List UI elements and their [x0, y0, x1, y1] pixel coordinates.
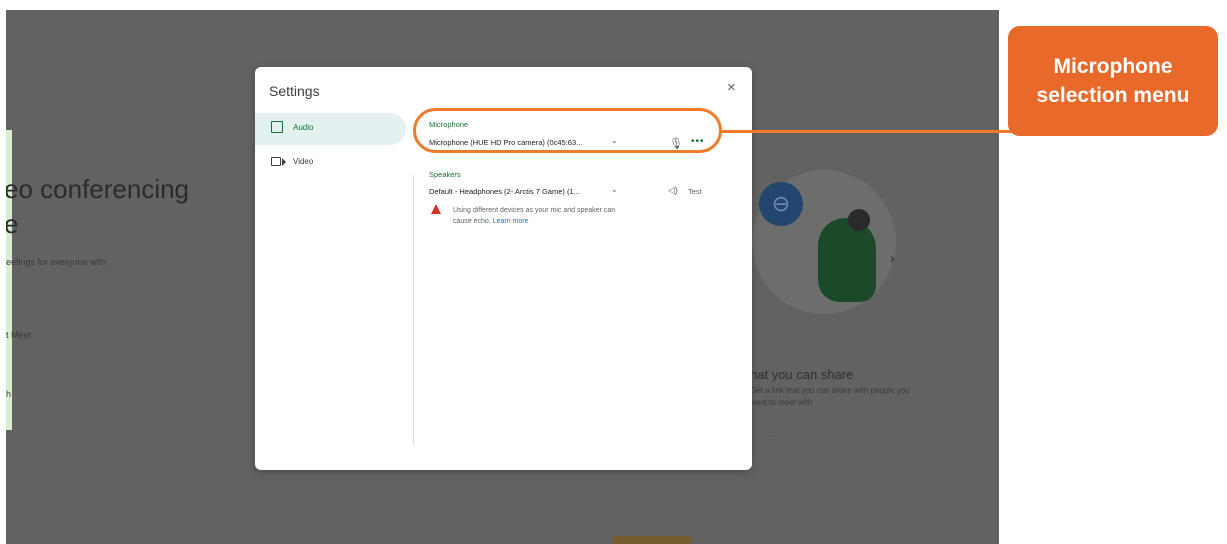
link-icon: ⊖ [759, 182, 803, 226]
nav-item-video-label: Video [293, 157, 314, 166]
speakers-select[interactable]: Default - Headphones (2- Arctis 7 Game) … [429, 187, 580, 196]
microphone-highlight-outline [413, 108, 722, 153]
person-head-illustration [848, 209, 870, 231]
background-text-1: eetings for everyone with [6, 257, 107, 267]
learn-more-link[interactable]: Learn more [493, 218, 529, 225]
callout-text-line2: selection menu [1036, 84, 1190, 107]
background-text-3: h [6, 389, 12, 399]
camera-icon [271, 157, 281, 166]
bottom-bar [612, 536, 692, 544]
speakers-chevron-icon[interactable]: ⌄ [611, 185, 618, 194]
carousel-next-icon: › [890, 250, 895, 266]
callout-box: Microphone selection menu [1008, 26, 1218, 136]
background-right-sub-1: Get a link that you can share with peopl… [750, 386, 910, 395]
close-icon[interactable]: × [727, 79, 736, 96]
nav-item-audio[interactable]: Audio [255, 113, 406, 145]
background-right-heading: hat you can share [750, 367, 854, 382]
background-right-sub-2: want to meet with [750, 398, 813, 407]
warning-message: Using different devices as your mic and … [453, 207, 616, 225]
background-heading-2: e [6, 209, 19, 239]
carousel-dot: . [770, 426, 773, 435]
settings-title: Settings [269, 83, 320, 99]
person-illustration [818, 218, 876, 302]
background-text-2: t Meet [6, 330, 32, 340]
callout-text-line1: Microphone [1053, 55, 1173, 78]
background-heading: eo conferencing [6, 174, 190, 204]
warning-icon [431, 204, 441, 214]
speaker-box-icon [271, 121, 283, 133]
warning-text: Using different devices as your mic and … [453, 205, 623, 227]
callout-connector-line [720, 130, 1020, 133]
nav-item-video[interactable]: Video [255, 147, 406, 175]
nav-item-audio-label: Audio [293, 123, 314, 132]
camera-lens-icon [282, 158, 286, 166]
speakers-section-label: Speakers [429, 170, 461, 179]
speaker-test-button[interactable]: Test [688, 187, 702, 196]
vertical-divider [413, 175, 414, 445]
speaker-test-icon[interactable]: ◁) [668, 185, 678, 196]
